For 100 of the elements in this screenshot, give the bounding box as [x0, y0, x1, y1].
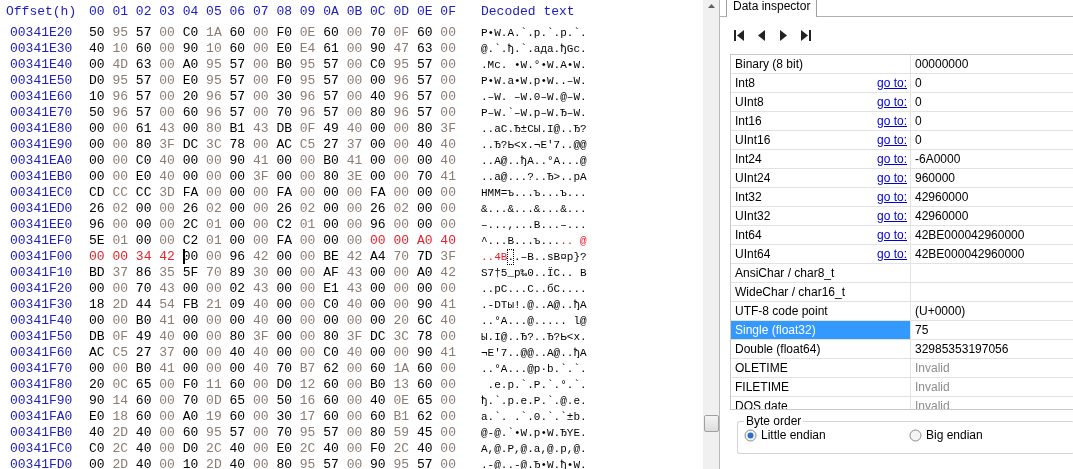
row-offset: 00341EC0: [10, 185, 72, 201]
scroll-thumb[interactable]: [703, 415, 719, 432]
type-label[interactable]: Int8: [731, 74, 877, 92]
row-offset: 00341E50: [10, 73, 72, 89]
scrollbar[interactable]: [703, 0, 719, 469]
column-header: 02: [135, 4, 152, 19]
radio-button[interactable]: Little endian: [744, 428, 909, 442]
goto-link[interactable]: go to:: [876, 245, 910, 263]
type-label[interactable]: UTF-8 code point: [731, 302, 910, 320]
column-header: Offset(h): [6, 4, 76, 20]
row-offset: 00341F60: [10, 345, 72, 361]
type-label[interactable]: Int32: [731, 188, 877, 206]
next-icon[interactable]: [777, 29, 790, 42]
value-text: 0: [914, 113, 922, 130]
radio-icon[interactable]: [744, 428, 757, 442]
value-text: -6A0000: [914, 151, 961, 168]
goto-link[interactable]: go to:: [876, 169, 910, 187]
previous-icon[interactable]: [755, 29, 768, 42]
row-offset: 00341FD0: [10, 457, 72, 469]
hex-bytes: 40 2D 40 00 60 95 57 00 70 95 57 00 80 59 45 00: [89, 425, 456, 440]
hex-bytes: 00 00 70 43 00 00 02 43 00 00 E1 43 00 00 00 00: [89, 281, 456, 296]
value-text: (U+0000): [914, 303, 966, 320]
row-offset: 00341E30: [10, 41, 72, 57]
value-text: Invalid: [914, 379, 950, 396]
column-header: 0F: [440, 4, 456, 19]
goto-link[interactable]: go to:: [876, 188, 910, 206]
decoded-text: –...,...В...–...: [481, 218, 587, 233]
hex-bytes: 00 2D 40 00 10 2D 40 00 80 95 57 00 90 95 57 00: [89, 457, 456, 469]
hex-bytes: CD CC CC 3D FA 00 00 00 FA 00 00 00 FA 00 00 00: [89, 185, 456, 200]
value-text: 0: [914, 132, 922, 149]
decoded-text: P•W.А.`.р.`.p.`.: [481, 26, 587, 41]
value-text: 960000: [914, 170, 956, 187]
decoded-text: ..а@...?..Ђ>..pA: [481, 170, 587, 185]
column-header: 0B: [346, 4, 363, 19]
value-text: 42BE000042960000: [914, 246, 1025, 263]
goto-link[interactable]: go to:: [876, 150, 910, 168]
decoded-text: ..°A...@p·b.`.`.: [481, 362, 587, 377]
column-header: 09: [299, 4, 316, 19]
type-label[interactable]: Int16: [731, 112, 877, 130]
hex-bytes: 5E 01 00 00 C2 01 00 00 FA 00 00 00: [89, 233, 363, 248]
row-offset: 00341F90: [10, 393, 72, 409]
skip-first-icon[interactable]: [733, 29, 746, 42]
decoded-text: ^...В...ъ...: [481, 234, 561, 249]
row-offset: 00341FA0: [10, 409, 72, 425]
decoded-text: Ы.I@..Ђ?..Ђ?Ь<x.: [481, 330, 587, 345]
type-label[interactable]: WideChar / char16_t: [731, 283, 910, 301]
row-offset: 00341F30: [10, 297, 72, 313]
value-text: 42960000: [914, 208, 969, 225]
row-offset: 00341ED0: [10, 201, 72, 217]
skip-last-icon[interactable]: [799, 29, 812, 42]
hex-bytes: BD 37 86 35 5F 70 89 30 00 00 AF 43 00 00 A0 42: [89, 265, 456, 280]
radio-icon[interactable]: [909, 428, 922, 442]
decoded-text: Ѕ7†5_p‰0..ЇC.. B: [481, 266, 587, 281]
hex-bytes: 40 10 60 00 90 10 60 00 E0 E4 61 00 90 47 63 00: [89, 41, 456, 56]
goto-link[interactable]: go to:: [876, 226, 910, 244]
hex-bytes: AC C5 27 37 00 00 40 40 00 00 C0 40 00 00 90 41: [89, 345, 456, 360]
hex-bytes: 18 2D 44 54 FB 21 09 40 00 00 C0 40 00 00 90 41: [89, 297, 456, 312]
column-header: Decoded text: [481, 4, 575, 20]
decoded-text: .–B..ѕB¤p}?: [514, 250, 587, 265]
hex-bytes: 00 00 34 42: [89, 249, 175, 264]
decoded-text: .: [507, 249, 514, 265]
goto-link[interactable]: go to:: [876, 74, 910, 92]
hex-bytes: E0 18 60 00 A0 19 60 00 30 17 60 00 60 B1 62 00: [89, 409, 456, 424]
column-header: 0D: [393, 4, 410, 19]
row-offset: 00341F50: [10, 329, 72, 345]
decoded-text: ¬Е'7..@@..А@..ђA: [481, 346, 587, 361]
type-label[interactable]: UInt32: [731, 207, 877, 225]
goto-link[interactable]: go to:: [876, 112, 910, 130]
column-header: 05: [206, 4, 222, 19]
hex-bytes: C0 2C 40 00 D0 2C 40 00 E0 2C 40 00 F0 2C 40 00: [89, 441, 456, 456]
row-offset: 00341EE0: [10, 217, 72, 233]
hex-bytes: 00 00 A0 40: [370, 233, 456, 248]
decoded-text: ..aC.Ђ±CЫ.I@..Ђ?: [481, 122, 587, 137]
value-text: 00000000: [914, 56, 969, 73]
decoded-text: НММ=ъ...ъ...ъ...: [481, 186, 587, 201]
column-header: 0A: [323, 4, 339, 19]
type-label[interactable]: UInt16: [731, 131, 877, 149]
decoded-text: а.`. .`.0.`.`±b.: [481, 410, 587, 425]
radio-button[interactable]: Big endian: [909, 428, 1073, 442]
inspector-tab[interactable]: Data inspector: [726, 0, 818, 17]
hex-bytes: 90 14 60 00 70 0D 65 00 50 16 60 00 40 0E 65 00: [89, 393, 456, 408]
up-arrow-icon[interactable]: [706, 3, 716, 9]
goto-link[interactable]: go to:: [876, 131, 910, 149]
column-header: 03: [159, 4, 175, 19]
type-label[interactable]: UInt8: [731, 93, 877, 111]
row-offset: 00341E60: [10, 89, 72, 105]
hex-bytes: 50 96 57 00 60 96 57 00 70 96 57 00 80 96 57 00: [89, 105, 456, 120]
goto-link[interactable]: go to:: [876, 207, 910, 225]
type-label[interactable]: Double (float64): [731, 340, 910, 358]
type-label[interactable]: UInt64: [731, 245, 877, 263]
type-label[interactable]: Binary (8 bit): [731, 55, 910, 73]
type-label[interactable]: UInt24: [731, 169, 877, 187]
type-label[interactable]: AnsiChar / char8_t: [731, 264, 910, 282]
value-text: Invalid: [914, 360, 950, 377]
column-header: 0C: [370, 4, 386, 19]
column-header: 01: [112, 4, 129, 19]
goto-link[interactable]: go to:: [876, 93, 910, 111]
type-label[interactable]: Int64: [731, 226, 877, 244]
type-label[interactable]: Int24: [731, 150, 877, 168]
row-offset: 00341F80: [10, 377, 72, 393]
